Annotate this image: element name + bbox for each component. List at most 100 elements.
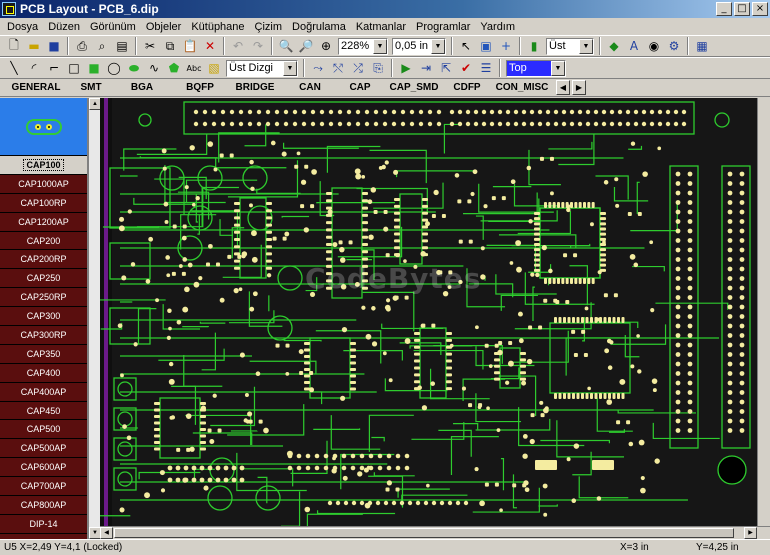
export-icon[interactable]: ⇱ xyxy=(437,59,455,77)
scroll-right-icon[interactable]: ▶ xyxy=(744,527,757,539)
tab-bqfp[interactable]: BQFP xyxy=(174,82,226,93)
component-item[interactable]: CAP300RP xyxy=(0,326,87,345)
text-style-select[interactable]: Üst Dizgi ▼ xyxy=(226,59,298,77)
component-item[interactable]: CAP500 xyxy=(0,420,87,440)
tabs-scroll-right-icon[interactable]: ▶ xyxy=(572,80,586,95)
redo-icon[interactable]: ↷ xyxy=(249,37,267,55)
check-icon[interactable]: ✔ xyxy=(457,59,475,77)
menu-view[interactable]: Görünüm xyxy=(85,21,141,33)
minimize-button[interactable]: _ xyxy=(716,2,732,16)
component-item[interactable]: CAP450 xyxy=(0,401,87,421)
component-item[interactable]: CAP700AP xyxy=(0,477,87,497)
tab-cdfp[interactable]: CDFP xyxy=(444,82,490,93)
tab-smt[interactable]: SMT xyxy=(72,82,110,93)
netlist-icon[interactable]: ⎘ xyxy=(369,59,387,77)
menu-objects[interactable]: Objeler xyxy=(141,21,186,33)
trace-icon[interactable]: ⤳ xyxy=(309,59,327,77)
image-icon[interactable]: ▧ xyxy=(205,59,223,77)
component-item[interactable]: CAP350 xyxy=(0,344,87,364)
tab-can[interactable]: CAN xyxy=(284,82,336,93)
component-item[interactable]: CAP100 xyxy=(0,156,87,175)
route-icon[interactable]: A xyxy=(625,37,643,55)
component-item[interactable]: CAP400AP xyxy=(0,382,87,402)
pcb-canvas[interactable]: CodeBytes xyxy=(100,98,757,526)
scroll-thumb[interactable] xyxy=(114,528,734,538)
component-item[interactable]: CAP200 xyxy=(0,231,87,251)
menu-verify[interactable]: Doğrulama xyxy=(287,21,351,33)
menu-file[interactable]: Dosya xyxy=(2,21,43,33)
menu-programs[interactable]: Programlar xyxy=(411,21,475,33)
scroll-left-icon[interactable]: ◀ xyxy=(100,527,113,539)
autoroute-icon[interactable]: ⤲ xyxy=(329,59,347,77)
zoom-in-icon[interactable]: 🔍 xyxy=(277,37,295,55)
select-arrow-icon[interactable]: ↖ xyxy=(457,37,475,55)
drc-icon[interactable]: ⚙ xyxy=(665,37,683,55)
top-layer-select[interactable]: Top ▼ xyxy=(506,59,566,77)
open-folder-icon[interactable]: ▬ xyxy=(25,37,43,55)
component-list-scrollbar[interactable]: ▲ ▼ xyxy=(88,98,101,539)
component-item[interactable]: CAP300 xyxy=(0,307,87,327)
report-icon[interactable]: ☰ xyxy=(477,59,495,77)
component-item[interactable]: CAP100RP xyxy=(0,193,87,213)
zoom-out-icon[interactable]: 🔎 xyxy=(297,37,315,55)
freehand-icon[interactable]: ∿ xyxy=(145,59,163,77)
polygon-icon[interactable]: ⬟ xyxy=(165,59,183,77)
tab-con-misc[interactable]: CON_MISC xyxy=(490,82,554,93)
step-icon[interactable]: ⇥ xyxy=(417,59,435,77)
undo-icon[interactable]: ↶ xyxy=(229,37,247,55)
component-item[interactable]: CAP1200AP xyxy=(0,212,87,232)
menu-library[interactable]: Kütüphane xyxy=(186,21,249,33)
cut-icon[interactable]: ✂ xyxy=(141,37,159,55)
print-icon[interactable]: ⎙ xyxy=(73,37,91,55)
menu-draw[interactable]: Çizim xyxy=(250,21,288,33)
properties-icon[interactable]: ▤ xyxy=(113,37,131,55)
crosshair-icon[interactable]: + xyxy=(497,37,515,55)
arc-icon[interactable]: ◜ xyxy=(25,59,43,77)
menu-edit[interactable]: Düzen xyxy=(43,21,85,33)
maximize-button[interactable]: □ xyxy=(734,2,750,16)
layer-select[interactable]: Üst ▼ xyxy=(546,37,594,55)
ratsnest-icon[interactable]: ⤮ xyxy=(349,59,367,77)
canvas-horizontal-scrollbar[interactable]: ◀ ▶ xyxy=(100,526,770,539)
pcb-board-drawing[interactable] xyxy=(100,98,757,526)
component-item[interactable]: CAP400 xyxy=(0,363,87,383)
filled-rect-icon[interactable]: ■ xyxy=(85,59,103,77)
menu-layers[interactable]: Katmanlar xyxy=(351,21,411,33)
pad-icon[interactable]: ◉ xyxy=(645,37,663,55)
copy-icon[interactable]: ⧉ xyxy=(161,37,179,55)
corner-icon[interactable]: ⌐ xyxy=(45,59,63,77)
tab-bga[interactable]: BGA xyxy=(110,82,174,93)
tab-cap[interactable]: CAP xyxy=(336,82,384,93)
canvas-vertical-scrollbar[interactable] xyxy=(757,98,770,526)
close-button[interactable]: × xyxy=(752,2,768,16)
component-item[interactable]: CAP200RP xyxy=(0,250,87,270)
paste-icon[interactable]: 📋 xyxy=(181,37,199,55)
via-icon[interactable]: ◆ xyxy=(605,37,623,55)
component-item[interactable]: CAP250RP xyxy=(0,288,87,308)
new-file-icon[interactable]: 🗋 xyxy=(5,37,23,55)
delete-icon[interactable]: ✕ xyxy=(201,37,219,55)
print-preview-icon[interactable]: ⌕ xyxy=(93,37,111,55)
component-item[interactable]: CAP500AP xyxy=(0,439,87,459)
save-icon[interactable]: ■ xyxy=(45,37,63,55)
component-item[interactable]: CAP1000AP xyxy=(0,174,87,194)
zoom-select[interactable]: 228% ▼ xyxy=(338,37,388,55)
layer-chip-icon[interactable]: ▮ xyxy=(525,37,543,55)
grid-select[interactable]: 0,05 in ▼ xyxy=(392,37,446,55)
menu-help[interactable]: Yardım xyxy=(475,21,520,33)
tab-general[interactable]: GENERAL xyxy=(0,82,72,93)
tab-bridge[interactable]: BRIDGE xyxy=(226,82,284,93)
component-item[interactable]: CAP800AP xyxy=(0,496,87,515)
rectangle-icon[interactable]: □ xyxy=(65,59,83,77)
component-item[interactable]: CAP600AP xyxy=(0,458,87,478)
ellipse-icon[interactable]: ◯ xyxy=(105,59,123,77)
camera-icon[interactable]: ▣ xyxy=(477,37,495,55)
run-icon[interactable]: ▶ xyxy=(397,59,415,77)
tabs-scroll-left-icon[interactable]: ◀ xyxy=(556,80,570,95)
zoom-fit-icon[interactable]: ⊕ xyxy=(317,37,335,55)
line-icon[interactable]: ╲ xyxy=(5,59,23,77)
text-icon[interactable]: Abc xyxy=(185,59,203,77)
grid-icon[interactable]: ▦ xyxy=(693,37,711,55)
component-item[interactable]: DIP-14 xyxy=(0,514,87,534)
component-item[interactable]: CAP250 xyxy=(0,269,87,289)
